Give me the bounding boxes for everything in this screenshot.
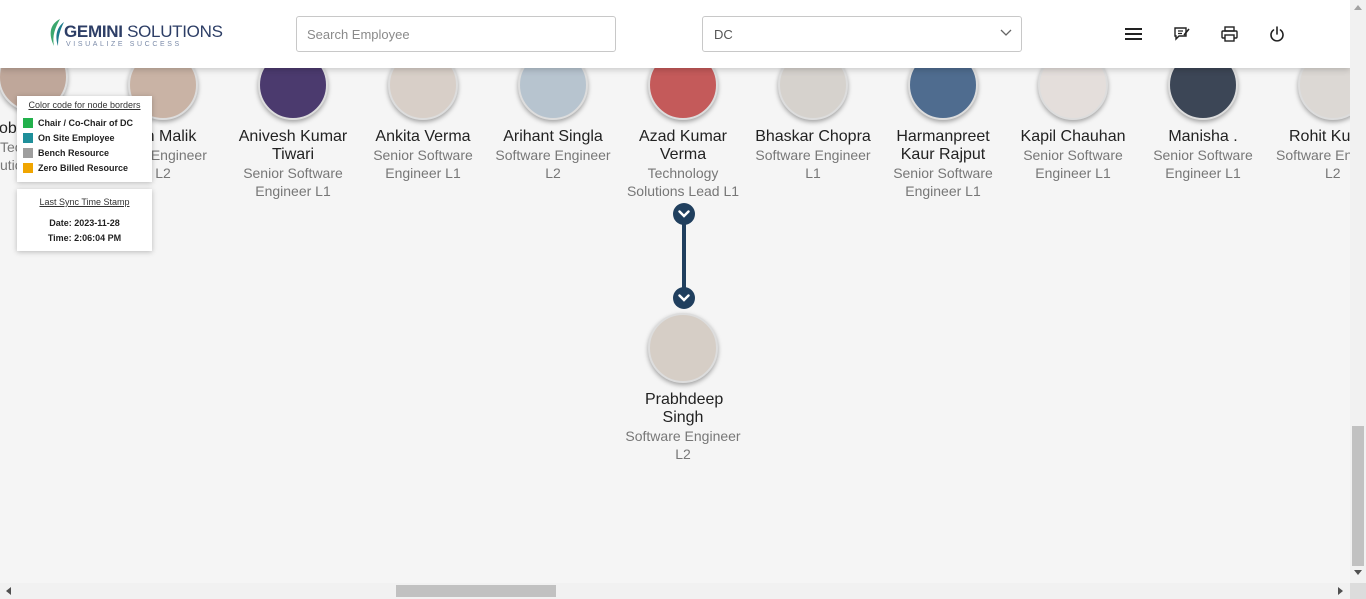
legend-swatch <box>23 162 33 173</box>
search-employee-input[interactable] <box>296 16 616 52</box>
org-chart-canvas[interactable]: obi Tec utic h Malik e Engineer L2 Color… <box>0 0 1350 583</box>
feedback-icon <box>1173 27 1190 41</box>
employee-node[interactable]: Bhaskar Chopra Software Engineer L1 <box>751 50 875 182</box>
sync-title: Last Sync Time Stamp <box>39 197 130 207</box>
hierarchy-connector <box>682 214 686 298</box>
department-select[interactable]: DC <box>702 16 1022 52</box>
legend-label: Bench Resource <box>38 147 110 158</box>
employee-name: Harmanpreet Kaur Rajput <box>896 128 990 163</box>
employee-name: Anivesh Kumar Tiwari <box>238 128 348 163</box>
legend-swatch <box>23 132 33 143</box>
employee-name: Arihant Singla <box>503 128 603 145</box>
employee-designation: Technology Solutions Lead L1 <box>626 165 740 199</box>
print-button[interactable] <box>1217 22 1241 46</box>
employee-name: Bhaskar Chopra <box>755 128 871 145</box>
scrollbar-corner <box>1350 583 1366 599</box>
vertical-scrollbar[interactable] <box>1350 0 1366 583</box>
employee-designation: Senior Software Engineer L1 <box>893 165 993 199</box>
employee-name: Kapil Chauhan <box>1020 128 1126 145</box>
employee-node[interactable]: Azad Kumar Verma Technology Solutions Le… <box>621 50 745 200</box>
employee-designation: Senior Software Engineer L1 <box>1153 147 1253 181</box>
menu-button[interactable] <box>1121 22 1145 46</box>
legend-item: On Site Employee <box>23 130 146 145</box>
scroll-up-icon <box>1354 5 1362 10</box>
horizontal-scroll-thumb[interactable] <box>396 585 556 597</box>
scroll-down-icon <box>1354 570 1362 575</box>
legend-item: Zero Billed Resource <box>23 160 146 175</box>
logo-tagline: VISUALIZE SUCCESS <box>66 41 182 48</box>
employee-designation: Senior Software Engineer L1 <box>1023 147 1123 181</box>
legend-swatch <box>23 147 33 158</box>
employee-designation: Software Engineer L2 <box>625 428 741 462</box>
collapse-toggle-button[interactable] <box>673 287 695 309</box>
employee-node[interactable]: Kapil Chauhan Senior Software Engineer L… <box>1011 50 1135 182</box>
employee-designation: Software En <box>1276 147 1350 163</box>
employee-name: Ankita Verma <box>375 128 471 145</box>
scroll-right-icon <box>1338 587 1343 595</box>
legend-item: Bench Resource <box>23 145 146 160</box>
legend-panel: Color code for node borders Chair / Co-C… <box>17 96 152 182</box>
legend-swatch <box>23 117 33 128</box>
vertical-scroll-thumb[interactable] <box>1352 426 1364 566</box>
employee-node[interactable]: Rohit Ku Software En L2 <box>1271 50 1350 182</box>
employee-designation: Software Engineer L2 <box>495 147 611 181</box>
employee-avatar <box>648 313 718 383</box>
employee-node[interactable]: Anivesh Kumar Tiwari Senior Software Eng… <box>231 50 355 200</box>
department-selected-value: DC <box>714 27 733 42</box>
legend-item: Chair / Co-Chair of DC <box>23 115 146 130</box>
chevron-down-icon <box>678 294 690 302</box>
logo-brand: GEMINI SOLUTIONS <box>64 22 223 41</box>
chevron-down-icon <box>678 210 690 218</box>
chevron-down-icon <box>1000 29 1012 36</box>
feedback-button[interactable] <box>1169 22 1193 46</box>
employee-node[interactable]: Manisha . Senior Software Engineer L1 <box>1141 50 1265 182</box>
sync-time: Time: 2:06:04 PM <box>47 233 122 243</box>
employee-designation: Software Engineer L1 <box>755 147 871 181</box>
employee-designation: Senior Software Engineer L1 <box>243 165 343 199</box>
employee-node[interactable]: Arihant Singla Software Engineer L2 <box>491 50 615 182</box>
sync-timestamp-panel: Last Sync Time Stamp Date: 2023-11-28 Ti… <box>17 189 152 251</box>
collapse-toggle-button[interactable] <box>673 203 695 225</box>
logo-leaf-icon <box>50 19 64 46</box>
employee-name: Azad Kumar Verma <box>638 128 728 163</box>
legend-title: Color code for node borders <box>28 100 141 110</box>
scroll-left-icon <box>6 587 11 595</box>
legend-label: On Site Employee <box>38 132 115 143</box>
legend-label: Chair / Co-Chair of DC <box>38 117 134 128</box>
employee-designation: L2 <box>1325 165 1341 181</box>
horizontal-scrollbar[interactable] <box>0 583 1350 599</box>
print-icon <box>1220 26 1238 42</box>
logout-button[interactable] <box>1265 22 1289 46</box>
employee-node[interactable]: Harmanpreet Kaur Rajput Senior Software … <box>881 50 1005 200</box>
menu-icon <box>1124 28 1142 40</box>
employee-node[interactable]: Prabhdeep Singh Software Engineer L2 <box>621 313 745 463</box>
employee-name: Manisha . <box>1168 128 1238 145</box>
power-icon <box>1270 26 1284 42</box>
app-header: GEMINI SOLUTIONS VISUALIZE SUCCESS DC <box>0 0 1350 68</box>
company-logo[interactable]: GEMINI SOLUTIONS VISUALIZE SUCCESS <box>46 16 223 52</box>
employee-designation: Senior Software Engineer L1 <box>373 147 473 181</box>
employee-name: Rohit Ku <box>1289 128 1350 145</box>
sync-date: Date: 2023-11-28 <box>49 218 120 228</box>
legend-label: Zero Billed Resource <box>38 162 129 173</box>
employee-name: Prabhdeep Singh <box>645 391 724 426</box>
employee-node[interactable]: Ankita Verma Senior Software Engineer L1 <box>361 50 485 182</box>
